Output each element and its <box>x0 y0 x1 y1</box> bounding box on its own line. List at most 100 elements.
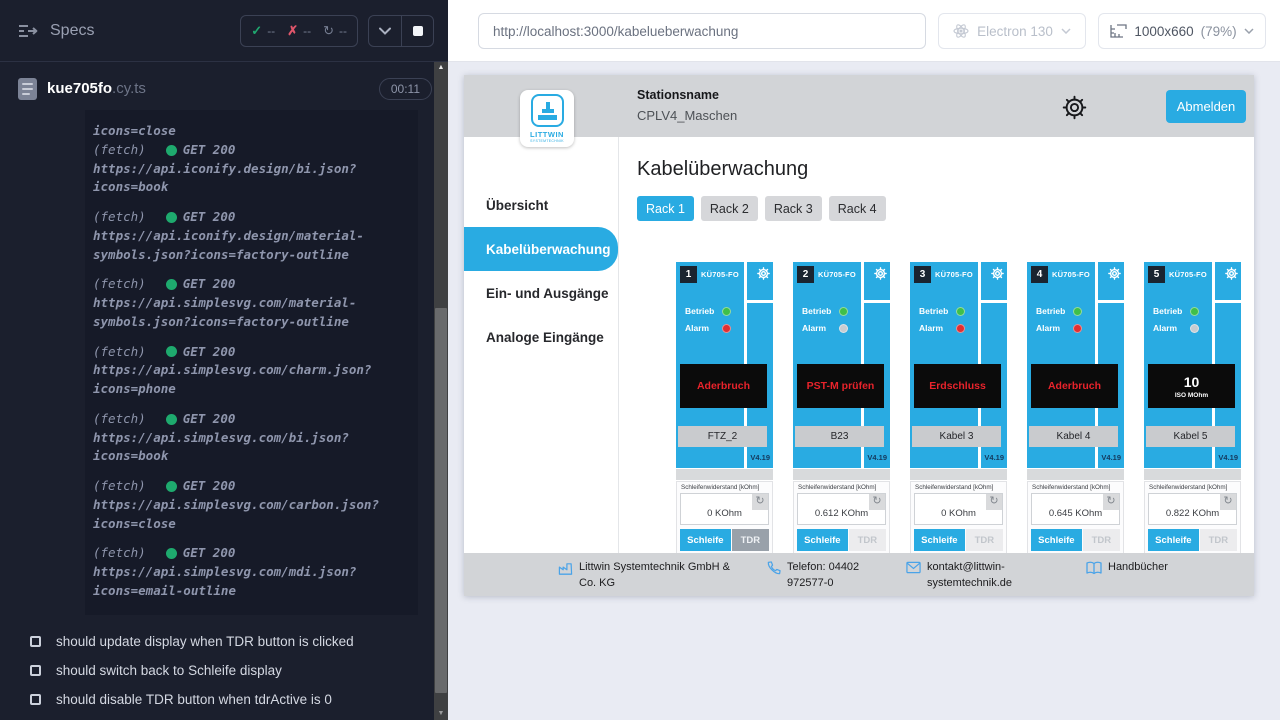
measurement-label: Schleifenwiderstand [kOhm] <box>681 484 769 491</box>
refresh-icon[interactable]: ↻ <box>869 494 885 510</box>
schleife-button[interactable]: Schleife <box>680 529 731 551</box>
app-frame: LITTWIN SYSTEMTECHNIK Stationsname CPLV4… <box>464 75 1254 596</box>
device-settings-gear-icon[interactable] <box>1108 267 1121 280</box>
stop-button[interactable] <box>401 16 433 46</box>
runner-header: Specs ✓-- ✗-- ↻-- <box>0 0 448 62</box>
log-leading-line: icons=close <box>93 122 404 141</box>
measurement-label: Schleifenwiderstand [kOhm] <box>798 484 886 491</box>
tdr-button[interactable]: TDR <box>1200 529 1237 551</box>
measurement-label: Schleifenwiderstand [kOhm] <box>915 484 1003 491</box>
cable-name: FTZ_2 <box>678 426 767 447</box>
tdr-button[interactable]: TDR <box>966 529 1003 551</box>
sidebar-item[interactable]: Kabelüberwachung <box>464 227 618 271</box>
schleife-button[interactable]: Schleife <box>797 529 848 551</box>
measurement-panel: Schleifenwiderstand [kOhm] ↻ 0.822 KOhm … <box>1144 481 1241 553</box>
viewport-scale: (79%) <box>1201 24 1237 39</box>
refresh-icon[interactable]: ↻ <box>1103 494 1119 510</box>
viewport-size-control[interactable]: 1000x660 (79%) <box>1098 13 1266 49</box>
test-item[interactable]: should switch back to Schleife display <box>0 656 448 685</box>
book-icon <box>1086 561 1102 576</box>
network-log-panel: icons=close (fetch) GET 200 https://api.… <box>85 110 418 615</box>
sidebar-item[interactable]: Übersicht <box>464 183 618 227</box>
spec-ext: .cy.ts <box>112 80 146 97</box>
chevron-down-icon <box>1244 28 1254 34</box>
status-leds: Betrieb Alarm <box>919 306 965 340</box>
settings-gear-icon[interactable] <box>1060 93 1088 121</box>
collapse-button[interactable] <box>369 16 401 46</box>
test-item[interactable]: should open and close the settings modal <box>0 714 448 720</box>
log-entry: (fetch) GET 200 https://api.simplesvg.co… <box>93 544 404 600</box>
factory-icon <box>558 561 573 592</box>
sidebar-item[interactable]: Analoge Eingänge <box>464 315 618 359</box>
stat-failed: ✗-- <box>287 23 311 39</box>
refresh-icon[interactable]: ↻ <box>752 494 768 510</box>
browser-select[interactable]: Electron 130 <box>938 13 1086 49</box>
stop-icon <box>413 26 423 36</box>
device-card-top: 1 KÜ705-FO Betrieb Alarm Aderbruch FTZ_2… <box>676 262 773 468</box>
slot-number: 3 <box>914 266 931 283</box>
status-leds: Betrieb Alarm <box>802 306 848 340</box>
test-item[interactable]: should disable TDR button when tdrActive… <box>0 685 448 714</box>
measurement-value: 0.612 KOhm <box>815 508 868 519</box>
tdr-button[interactable]: TDR <box>732 529 769 551</box>
measurement-display: ↻ 0.822 KOhm <box>1148 493 1237 525</box>
device-model: KÜ705-FO <box>1169 270 1207 279</box>
rack-tab[interactable]: Rack 3 <box>765 196 822 221</box>
device-settings-gear-icon[interactable] <box>757 267 770 280</box>
cypress-runner-panel: Specs ✓-- ✗-- ↻-- kue705fo.cy.ts 00:11 i… <box>0 0 448 720</box>
device-card: 5 KÜ705-FO Betrieb Alarm 10 ISO MOhm Kab… <box>1144 262 1241 553</box>
refresh-icon[interactable]: ↻ <box>1220 494 1236 510</box>
scroll-down-icon[interactable]: ▼ <box>434 710 448 718</box>
electron-icon <box>953 23 969 39</box>
rack-tab[interactable]: Rack 4 <box>829 196 886 221</box>
schleife-button[interactable]: Schleife <box>1148 529 1199 551</box>
refresh-icon[interactable]: ↻ <box>986 494 1002 510</box>
schleife-button[interactable]: Schleife <box>914 529 965 551</box>
measurement-panel: Schleifenwiderstand [kOhm] ↻ 0.645 KOhm … <box>1027 481 1124 553</box>
logout-button[interactable]: Abmelden <box>1166 90 1246 123</box>
scroll-up-icon[interactable]: ▲ <box>434 64 448 72</box>
page-title: Kabelüberwachung <box>637 157 1254 181</box>
sidebar-item[interactable]: Ein- und Ausgänge <box>464 271 618 315</box>
measurement-panel: Schleifenwiderstand [kOhm] ↻ 0 KOhm Schl… <box>910 481 1007 553</box>
status-display: Aderbruch <box>1031 364 1118 408</box>
rack-tabs: Rack 1 Rack 2 Rack 3 Rack 4 <box>637 196 1254 221</box>
success-dot-icon <box>166 481 177 492</box>
email-icon <box>906 561 921 592</box>
device-settings-gear-icon[interactable] <box>991 267 1004 280</box>
specs-label[interactable]: Specs <box>50 22 94 40</box>
log-entry: (fetch) GET 200 https://api.simplesvg.co… <box>93 275 404 331</box>
scrollbar-thumb[interactable] <box>435 308 447 693</box>
device-settings-gear-icon[interactable] <box>874 267 887 280</box>
tdr-button[interactable]: TDR <box>849 529 886 551</box>
device-card: 2 KÜ705-FO Betrieb Alarm PST-M prüfen B2… <box>793 262 890 553</box>
url-input[interactable] <box>478 13 926 49</box>
tdr-button[interactable]: TDR <box>1083 529 1120 551</box>
viewport-size: 1000x660 <box>1134 24 1193 39</box>
firmware-version: V4.19 <box>750 453 770 462</box>
schleife-button[interactable]: Schleife <box>1031 529 1082 551</box>
station-label: Stationsname <box>637 88 737 102</box>
firmware-version: V4.19 <box>984 453 1004 462</box>
runner-scrollbar[interactable]: ▲ ▼ <box>434 62 448 720</box>
status-leds: Betrieb Alarm <box>685 306 731 340</box>
rack-tab[interactable]: Rack 1 <box>637 196 694 221</box>
footer-manuals[interactable]: Handbücher <box>1086 560 1168 576</box>
measurement-display: ↻ 0.612 KOhm <box>797 493 886 525</box>
log-entry: (fetch) GET 200 https://api.simplesvg.co… <box>93 410 404 466</box>
device-settings-gear-icon[interactable] <box>1225 267 1238 280</box>
browser-top-bar: Electron 130 1000x660 (79%) <box>448 0 1280 62</box>
footer-company: Littwin Systemtechnik GmbH & Co. KG <box>558 560 748 592</box>
browser-name: Electron 130 <box>977 24 1053 39</box>
phone-icon <box>766 561 781 592</box>
status-display: Erdschluss <box>914 364 1001 408</box>
status-leds: Betrieb Alarm <box>1153 306 1199 340</box>
main-content: Kabelüberwachung Rack 1 Rack 2 Rack 3 Ra… <box>619 137 1254 553</box>
measurement-display: ↻ 0 KOhm <box>914 493 1003 525</box>
rack-tab[interactable]: Rack 2 <box>701 196 758 221</box>
alarm-led <box>839 324 848 333</box>
test-item[interactable]: should update display when TDR button is… <box>0 627 448 656</box>
specs-menu-icon[interactable] <box>18 24 38 38</box>
sidebar: Übersicht Kabelüberwachung Ein- und Ausg… <box>464 137 619 553</box>
spec-row[interactable]: kue705fo.cy.ts 00:11 <box>0 62 448 110</box>
